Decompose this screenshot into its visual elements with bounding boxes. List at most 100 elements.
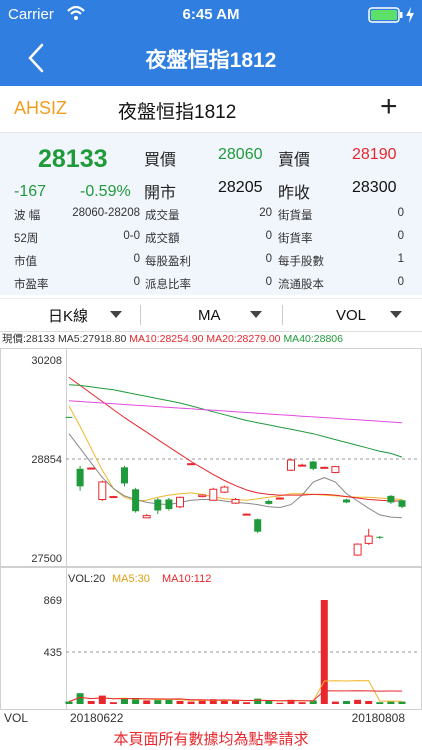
- candle-body: [220, 486, 229, 493]
- volume-bar: [343, 701, 350, 704]
- nav-bar: 夜盤恒指1812: [0, 30, 422, 86]
- chevron-down-icon: [110, 311, 122, 318]
- price-change-pct: -0.59%: [80, 183, 131, 200]
- candle-body: [298, 464, 307, 467]
- stat-value: 1: [397, 253, 404, 265]
- volume-bar: [298, 702, 306, 704]
- ma40-readout: MA40:28806: [283, 333, 343, 345]
- stat-label: 成交量: [145, 210, 180, 222]
- volume-bar: [165, 699, 173, 704]
- stat-value: 0: [265, 276, 272, 288]
- add-watchlist-button[interactable]: +: [380, 90, 398, 124]
- candle-body: [87, 467, 96, 470]
- candle-body: [353, 543, 362, 556]
- volume-bar: [276, 702, 284, 704]
- volume-bar: [98, 695, 106, 704]
- stat-label: 市值: [14, 256, 37, 268]
- indicator-label: MA: [198, 306, 221, 324]
- candle-body: [376, 536, 384, 538]
- price-axis-bottom: 27500: [31, 553, 62, 565]
- volume-legend-ma5: MA5:30: [112, 573, 150, 585]
- candle-body: [109, 496, 118, 499]
- price-panel-frame: [0, 348, 422, 567]
- sub-indicator-selector[interactable]: VOL: [336, 299, 416, 331]
- stat-label: 街貨量: [278, 210, 313, 222]
- candle-body: [198, 494, 207, 498]
- stat-value: 0: [397, 207, 404, 219]
- volume-bar: [331, 701, 339, 704]
- stat-label: 每股盈利: [145, 256, 191, 268]
- stat-label: 52周: [14, 233, 39, 245]
- stat-value: 0: [265, 253, 272, 265]
- candle-body: [364, 535, 373, 544]
- stat-value: 20: [259, 207, 272, 219]
- candle-body: [76, 468, 84, 487]
- stat-value: 0: [133, 276, 140, 288]
- prev-close-label: 昨收: [278, 185, 311, 202]
- volume-bar: [254, 698, 262, 704]
- charging-icon: [405, 6, 415, 29]
- stat-value: 0: [397, 230, 404, 242]
- ask-value: 28190: [352, 146, 397, 163]
- volume-bar: [187, 701, 195, 704]
- ma-line-ma40: [68, 384, 403, 458]
- ma-values-bar: 現價:28133 MA5:27918.80 MA10:28254.90 MA20…: [0, 331, 422, 348]
- volume-panel-frame: [0, 567, 422, 710]
- prev-close-value: 28300: [352, 179, 397, 196]
- clock: 6:45 AM: [182, 6, 240, 23]
- candle-body: [309, 461, 317, 469]
- volume-legend-ma10: MA10:112: [162, 573, 211, 585]
- footer-note: 本頁面所有數據均為點擊請求: [0, 728, 422, 750]
- x-axis-start-date: 20180622: [70, 711, 124, 725]
- last-price: 28133: [38, 145, 108, 173]
- candle-body: [121, 467, 128, 484]
- volume-axis-mid: 435: [44, 647, 62, 659]
- period-selector[interactable]: 日K線: [48, 299, 138, 331]
- ma5-readout: MA5:27918.80: [58, 333, 127, 345]
- volume-bar: [320, 600, 328, 704]
- stat-label: 每手股數: [278, 256, 324, 268]
- bid-label: 買價: [144, 152, 177, 169]
- volume-bar: [176, 701, 184, 704]
- ma-line-ma5: [68, 405, 403, 502]
- period-label: 日K線: [48, 307, 89, 325]
- candle-body: [142, 515, 151, 519]
- candle-body: [65, 416, 73, 418]
- nav-title: 夜盤恒指1812: [145, 49, 277, 72]
- volume-bar: [87, 701, 95, 704]
- ma10-readout: MA10:28254.90: [129, 333, 204, 345]
- price-axis-top: 30208: [31, 355, 62, 367]
- open-label: 開市: [144, 185, 177, 202]
- candle-body: [331, 466, 340, 473]
- ma-line-ma60: [68, 400, 403, 424]
- indicator-selector[interactable]: MA: [198, 299, 278, 331]
- price-change: -167: [14, 183, 47, 200]
- stat-label: 街貨率: [278, 233, 313, 245]
- current-price-readout: 現價:28133: [2, 333, 56, 345]
- symbol-bar: AHSIZ 夜盤恒指1812 +: [0, 86, 422, 133]
- ma-line-ma20: [68, 376, 402, 502]
- x-axis-end-date: 20180808: [352, 711, 406, 725]
- volume-bar: [143, 700, 151, 704]
- volume-bar: [398, 701, 406, 704]
- candle-body: [231, 499, 240, 504]
- stat-value: 0: [133, 253, 140, 265]
- status-bar: Carrier 6:45 AM: [0, 0, 422, 30]
- kline-chart[interactable]: 30208 28854 27500 869 435 VOL:20 MA5:30 MA10:11…: [0, 348, 422, 725]
- candle-body: [254, 519, 262, 532]
- price-axis-mid: 28854: [31, 454, 62, 466]
- candle-body: [265, 500, 273, 504]
- candle-body: [320, 466, 329, 469]
- chart-selectors: 日K線 MA VOL: [0, 298, 422, 332]
- bid-value: 28060: [218, 146, 263, 163]
- candle-body: [275, 497, 284, 500]
- x-axis-vol-label: VOL: [4, 711, 28, 725]
- stat-value: 28060-28208: [72, 207, 140, 219]
- candle-body: [187, 463, 196, 466]
- quote-panel: 28133 -167 -0.59% 買價 28060 賣價 28190 開市 2…: [0, 133, 422, 295]
- volume-bar: [376, 702, 384, 704]
- volume-legend-vol: VOL:20: [68, 573, 105, 585]
- stat-value: 0: [265, 230, 272, 242]
- candle-body: [132, 489, 140, 512]
- open-value: 28205: [218, 179, 263, 196]
